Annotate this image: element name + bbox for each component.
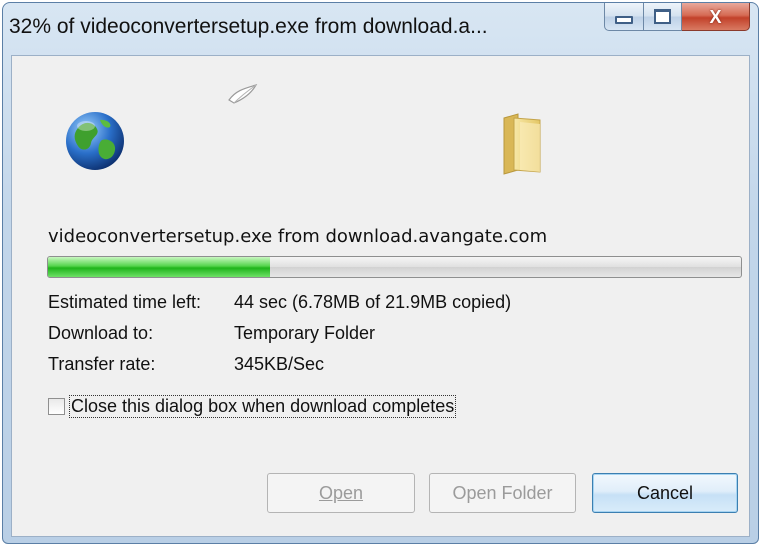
minimize-button[interactable]: [604, 3, 644, 31]
window-title: 32% of videoconvertersetup.exe from down…: [9, 15, 488, 38]
flying-paper-icon: [228, 83, 258, 104]
open-folder-button-label: Open Folder: [452, 482, 553, 503]
folder-icon: [503, 113, 541, 175]
progress-fill: [48, 257, 270, 277]
transfer-rate-value: 345KB/Sec: [234, 354, 325, 374]
estimated-time-value: 44 sec (6.78MB of 21.9MB copied): [234, 292, 512, 312]
dialog-client-area: videoconvertersetup.exe from download.av…: [11, 55, 750, 537]
open-button-label: Open: [318, 482, 364, 503]
download-to-label: Download to:: [48, 323, 154, 343]
open-button[interactable]: Open: [267, 473, 415, 513]
close-when-done-label[interactable]: Close this dialog box when download comp…: [68, 395, 457, 418]
caption-buttons: X: [604, 3, 750, 31]
maximize-button[interactable]: [644, 3, 682, 31]
maximize-icon: [654, 9, 671, 24]
close-button[interactable]: X: [682, 3, 750, 31]
download-dialog-window: 32% of videoconvertersetup.exe from down…: [2, 2, 759, 544]
transfer-rate-label: Transfer rate:: [48, 354, 156, 374]
close-when-done-checkbox[interactable]: [48, 398, 65, 415]
download-progress-bar: [47, 256, 742, 278]
close-icon: X: [709, 6, 722, 27]
minimize-icon: [615, 15, 633, 24]
title-bar[interactable]: 32% of videoconvertersetup.exe from down…: [3, 3, 758, 53]
cancel-button[interactable]: Cancel: [592, 473, 738, 513]
estimated-time-label: Estimated time left:: [48, 292, 202, 312]
download-filename: videoconvertersetup.exe from download.av…: [48, 226, 548, 247]
globe-icon: [66, 112, 124, 170]
download-to-value: Temporary Folder: [234, 323, 376, 343]
cancel-button-label: Cancel: [636, 482, 694, 503]
close-when-done-option[interactable]: Close this dialog box when download comp…: [48, 395, 457, 418]
open-folder-button[interactable]: Open Folder: [429, 473, 576, 513]
